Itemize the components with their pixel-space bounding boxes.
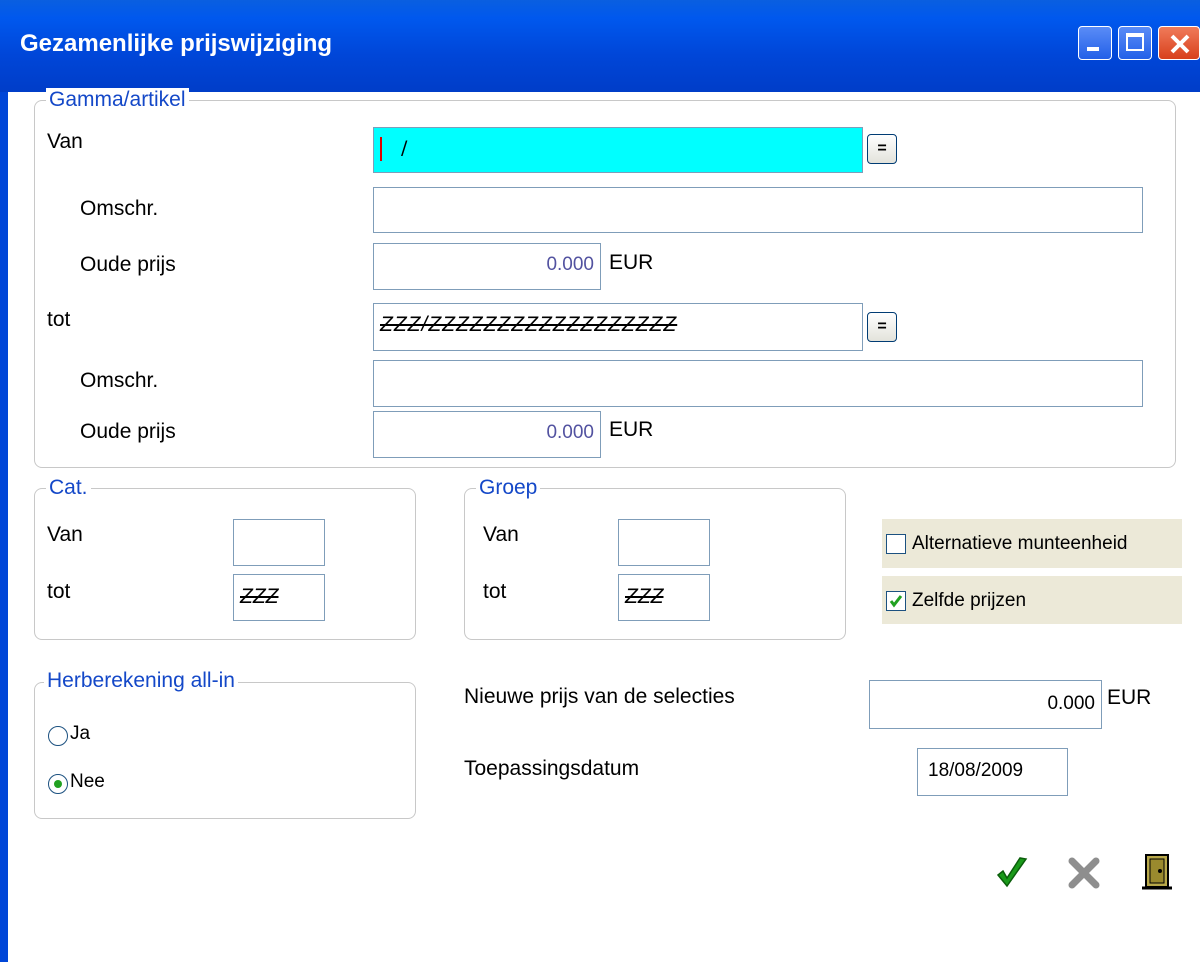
alt-currency-option[interactable]: Alternatieve munteenheid (882, 519, 1182, 568)
tot-label: tot (47, 308, 71, 331)
window-frame (0, 92, 8, 962)
new-price-currency: EUR (1107, 686, 1152, 709)
ja-label: Ja (70, 723, 91, 744)
herberekening-group (34, 682, 416, 819)
van-omschr-input[interactable] (373, 187, 1143, 233)
oude-prijs-label: Oude prijs (80, 253, 176, 276)
herberekening-legend: Herberekening all-in (44, 669, 238, 693)
radio-selected-dot (54, 780, 62, 788)
checkmark-icon[interactable] (994, 855, 1030, 891)
close-button[interactable] (1158, 26, 1200, 60)
cat-van-input[interactable] (233, 519, 325, 566)
window-title: Gezamenlijke prijswijziging (20, 30, 333, 57)
nee-radio[interactable] (48, 774, 68, 794)
nee-label: Nee (70, 771, 105, 792)
tot-oude-prijs-field: 0.000 (373, 411, 601, 458)
oude-prijs-label-2: Oude prijs (80, 420, 176, 443)
new-price-input[interactable]: 0.000 (869, 680, 1102, 729)
currency-label: EUR (609, 251, 654, 274)
same-prices-option[interactable]: Zelfde prijzen (882, 576, 1182, 624)
gamma-legend: Gamma/artikel (46, 88, 189, 112)
close-icon (1170, 34, 1190, 54)
apply-date-input[interactable]: 18/08/2009 (917, 748, 1068, 796)
van-article-value: / (401, 137, 408, 159)
groep-van-input[interactable] (618, 519, 710, 566)
groep-legend: Groep (476, 476, 541, 500)
van-label: Van (47, 130, 83, 153)
cat-tot-input[interactable]: ZZZ (233, 574, 325, 621)
currency-label-2: EUR (609, 418, 654, 441)
apply-date-value: 18/08/2009 (928, 760, 1024, 781)
same-prices-label: Zelfde prijzen (912, 590, 1027, 611)
van-lookup-button[interactable]: = (867, 134, 897, 164)
tot-omschr-input[interactable] (373, 360, 1143, 407)
groep-tot-label: tot (483, 580, 507, 603)
groep-tot-input[interactable]: ZZZ (618, 574, 710, 621)
text-cursor (380, 137, 382, 161)
van-article-input[interactable]: / (373, 127, 863, 173)
cat-tot-label: tot (47, 580, 71, 603)
tot-article-value: ZZZ/ZZZZZZZZZZZZZZZZZZ (380, 313, 678, 336)
alt-currency-checkbox[interactable] (886, 534, 906, 554)
new-price-label: Nieuwe prijs van de selecties (464, 685, 735, 708)
omschr-label: Omschr. (80, 197, 159, 220)
groep-van-label: Van (483, 523, 519, 546)
maximize-button[interactable] (1118, 26, 1152, 60)
door-icon[interactable] (1141, 853, 1173, 891)
ja-radio[interactable] (48, 726, 68, 746)
cross-icon[interactable] (1066, 855, 1102, 891)
tot-lookup-button[interactable]: = (867, 312, 897, 342)
omschr-label-2: Omschr. (80, 369, 159, 392)
apply-date-label: Toepassingsdatum (464, 757, 640, 780)
cat-tot-value: ZZZ (240, 585, 279, 608)
alt-currency-label: Alternatieve munteenheid (912, 533, 1128, 554)
van-oude-prijs-field: 0.000 (373, 243, 601, 290)
cat-legend: Cat. (46, 476, 91, 500)
checkmark-icon (889, 595, 903, 608)
groep-tot-value: ZZZ (625, 585, 664, 608)
cat-van-label: Van (47, 523, 83, 546)
same-prices-checkbox[interactable] (886, 591, 906, 611)
tot-article-input[interactable]: ZZZ/ZZZZZZZZZZZZZZZZZZ (373, 303, 863, 351)
cat-group (34, 488, 416, 640)
minimize-button[interactable] (1078, 26, 1112, 60)
